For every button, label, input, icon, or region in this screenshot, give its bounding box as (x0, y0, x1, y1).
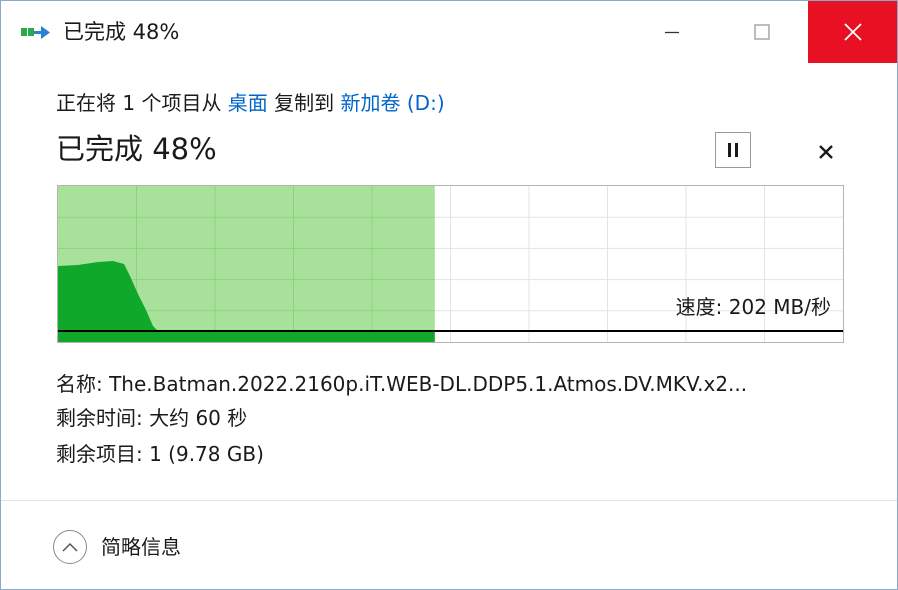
cancel-button[interactable] (809, 135, 843, 169)
copy-middle: 复制到 (267, 91, 341, 115)
window-title: 已完成 48% (63, 20, 180, 44)
copy-description: 正在将 1 个项目从 桌面 复制到 新加卷 (D:) (56, 89, 445, 117)
copy-progress-dialog: 已完成 48% 正在将 1 个项目从 桌面 复制到 新加卷 (D:) 已完成 4… (0, 0, 898, 590)
speed-label: 速度: 202 MB/秒 (675, 295, 831, 319)
pause-button[interactable] (715, 132, 751, 168)
transfer-speed-graph: 速度: 202 MB/秒 (57, 185, 844, 343)
minimize-button[interactable] (627, 1, 717, 63)
fewer-details-label: 简略信息 (101, 535, 181, 559)
copy-prefix: 正在将 1 个项目从 (56, 91, 228, 115)
file-name: 名称: The.Batman.2022.2160p.iT.WEB-DL.DDP5… (56, 372, 748, 396)
title-bar[interactable]: 已完成 48% (1, 1, 897, 63)
file-copy-icon (21, 24, 51, 42)
pause-icon (728, 143, 738, 157)
maximize-button[interactable] (717, 1, 807, 63)
maximize-icon (754, 24, 770, 40)
destination-link[interactable]: 新加卷 (D:) (341, 91, 445, 115)
chevron-up-icon (53, 530, 87, 564)
minimize-icon (665, 31, 679, 34)
fewer-details-button[interactable]: 简略信息 (53, 528, 181, 566)
dialog-footer: 简略信息 (1, 500, 897, 589)
source-link[interactable]: 桌面 (228, 91, 268, 115)
progress-status: 已完成 48% (56, 132, 217, 166)
close-icon (843, 23, 862, 41)
close-window-button[interactable] (808, 1, 897, 63)
time-remaining: 剩余时间: 大约 60 秒 (56, 406, 248, 430)
items-remaining: 剩余项目: 1 (9.78 GB) (56, 442, 264, 466)
close-icon (819, 145, 833, 159)
